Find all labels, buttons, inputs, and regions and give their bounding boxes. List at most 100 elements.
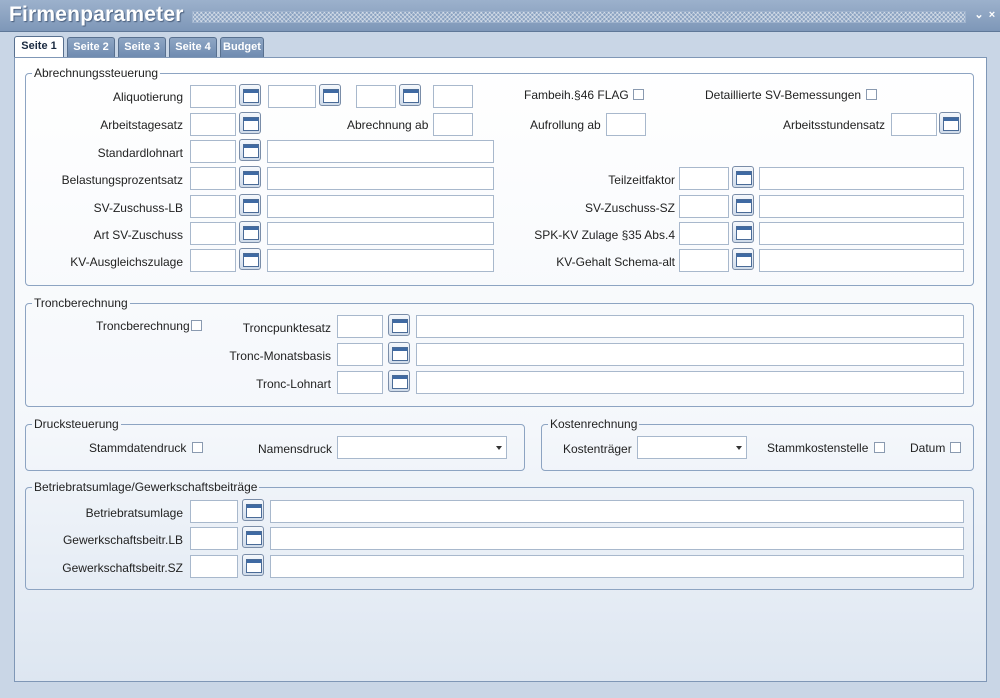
belastungsprozentsatz-input[interactable]: [190, 167, 236, 190]
tab-seite-3[interactable]: Seite 3: [118, 37, 166, 57]
troncpunktesatz-desc[interactable]: [416, 315, 964, 338]
kv-ausgleichszulage-label: KV-Ausgleichszulage: [70, 255, 183, 269]
tronc-lohnart-label: Tronc-Lohnart: [256, 377, 331, 391]
druck-legend: Drucksteuerung: [34, 417, 119, 431]
arbeitstagesatz-label: Arbeitstagesatz: [100, 118, 183, 132]
aliquotierung-input-1[interactable]: [190, 85, 236, 108]
tab-panel: Abrechnungssteuerung Aliquotierung Fambe…: [14, 57, 987, 682]
abrechnung-ab-label: Abrechnung ab: [347, 118, 429, 132]
tronc-legend: Troncberechnung: [34, 296, 128, 310]
chevron-down-icon: [496, 446, 502, 450]
troncpunktesatz-input[interactable]: [337, 315, 383, 338]
calendar-icon[interactable]: [242, 526, 264, 548]
betriebratsumlage-desc[interactable]: [270, 500, 964, 523]
stammdatendruck-checkbox[interactable]: [192, 442, 203, 453]
calendar-icon[interactable]: [242, 554, 264, 576]
arbeitsstundensatz-label: Arbeitsstundensatz: [783, 118, 886, 132]
troncberechnung-checkbox[interactable]: [191, 320, 202, 331]
teilzeitfaktor-input[interactable]: [679, 167, 729, 190]
sv-zuschuss-lb-input[interactable]: [190, 195, 236, 218]
kv-gehalt-input[interactable]: [679, 249, 729, 272]
art-sv-zuschuss-desc[interactable]: [267, 222, 494, 245]
tronc-lohnart-desc[interactable]: [416, 371, 964, 394]
art-sv-zuschuss-input[interactable]: [190, 222, 236, 245]
abrechnung-ab-input[interactable]: [433, 113, 473, 136]
sv-zuschuss-sz-input[interactable]: [679, 195, 729, 218]
calendar-icon[interactable]: [239, 84, 261, 106]
calendar-icon[interactable]: [388, 342, 410, 364]
troncberechnung-label: Troncberechnung: [96, 319, 190, 333]
gewerkschaft-lb-input[interactable]: [190, 527, 238, 550]
teilzeitfaktor-desc[interactable]: [759, 167, 964, 190]
art-sv-zuschuss-label: Art SV-Zuschuss: [93, 228, 183, 242]
aufrollung-ab-input[interactable]: [606, 113, 646, 136]
belastungsprozentsatz-label: Belastungsprozentsatz: [61, 173, 183, 187]
calendar-icon[interactable]: [239, 221, 261, 243]
window-title: Firmenparameter: [9, 3, 184, 26]
aliquotierung-input-2[interactable]: [268, 85, 316, 108]
namensdruck-select[interactable]: [337, 436, 507, 459]
tronc-monatsbasis-input[interactable]: [337, 343, 383, 366]
tab-seite-2[interactable]: Seite 2: [67, 37, 115, 57]
calendar-icon[interactable]: [732, 221, 754, 243]
close-icon[interactable]: ×: [986, 9, 998, 21]
datum-checkbox[interactable]: [950, 442, 961, 453]
spk-kv-zulage-desc[interactable]: [759, 222, 964, 245]
calendar-icon[interactable]: [239, 248, 261, 270]
calendar-icon[interactable]: [732, 194, 754, 216]
title-bar-pattern: [192, 11, 966, 23]
arbeitsstundensatz-input[interactable]: [891, 113, 937, 136]
tronc-monatsbasis-desc[interactable]: [416, 343, 964, 366]
gewerkschaft-lb-desc[interactable]: [270, 527, 964, 550]
sv-zuschuss-sz-desc[interactable]: [759, 195, 964, 218]
stammkostenstelle-checkbox[interactable]: [874, 442, 885, 453]
arbeitstagesatz-input[interactable]: [190, 113, 236, 136]
sv-zuschuss-lb-label: SV-Zuschuss-LB: [93, 201, 183, 215]
calendar-icon[interactable]: [939, 112, 961, 134]
calendar-icon[interactable]: [399, 84, 421, 106]
tronc-monatsbasis-label: Tronc-Monatsbasis: [229, 349, 331, 363]
betriebratsumlage-input[interactable]: [190, 500, 238, 523]
stammkostenstelle-label: Stammkostenstelle: [767, 441, 869, 455]
standardlohnart-desc[interactable]: [267, 140, 494, 163]
teilzeitfaktor-label: Teilzeitfaktor: [608, 173, 675, 187]
calendar-icon[interactable]: [388, 370, 410, 392]
belastungsprozentsatz-desc[interactable]: [267, 167, 494, 190]
namensdruck-label: Namensdruck: [258, 442, 333, 456]
spk-kv-zulage-input[interactable]: [679, 222, 729, 245]
kv-gehalt-desc[interactable]: [759, 249, 964, 272]
kv-ausgleichszulage-input[interactable]: [190, 249, 236, 272]
aliquotierung-label: Aliquotierung: [112, 90, 183, 104]
calendar-icon[interactable]: [388, 314, 410, 336]
sv-zuschuss-sz-label: SV-Zuschuss-SZ: [584, 201, 675, 215]
aufrollung-ab-label: Aufrollung ab: [530, 118, 601, 132]
detaillierte-checkbox[interactable]: [866, 89, 877, 100]
sv-zuschuss-lb-desc[interactable]: [267, 195, 494, 218]
calendar-icon[interactable]: [242, 499, 264, 521]
calendar-icon[interactable]: [239, 166, 261, 188]
aliquotierung-input-3[interactable]: [356, 85, 396, 108]
minimize-icon[interactable]: ⌄: [973, 9, 985, 21]
gewerkschaft-sz-input[interactable]: [190, 555, 238, 578]
tronc-lohnart-input[interactable]: [337, 371, 383, 394]
calendar-icon[interactable]: [319, 84, 341, 106]
calendar-icon[interactable]: [732, 248, 754, 270]
calendar-icon[interactable]: [239, 194, 261, 216]
kostentraeger-label: Kostenträger: [563, 442, 632, 456]
standardlohnart-input[interactable]: [190, 140, 236, 163]
kv-gehalt-label: KV-Gehalt Schema-alt: [556, 255, 675, 269]
calendar-icon[interactable]: [239, 139, 261, 161]
spk-kv-zulage-label: SPK-KV Zulage §35 Abs.4: [534, 228, 675, 242]
calendar-icon[interactable]: [239, 112, 261, 134]
gewerkschaft-sz-desc[interactable]: [270, 555, 964, 578]
gewerkschaft-lb-label: Gewerkschaftsbeitr.LB: [62, 533, 183, 547]
aliquotierung-input-4[interactable]: [433, 85, 473, 108]
kv-ausgleichszulage-desc[interactable]: [267, 249, 494, 272]
kostentraeger-select[interactable]: [637, 436, 747, 459]
fambeih-checkbox[interactable]: [633, 89, 644, 100]
tab-seite-4[interactable]: Seite 4: [169, 37, 217, 57]
datum-label: Datum: [910, 441, 946, 455]
calendar-icon[interactable]: [732, 166, 754, 188]
tab-budget[interactable]: Budget: [220, 37, 264, 57]
tab-seite-1[interactable]: Seite 1: [14, 36, 64, 58]
